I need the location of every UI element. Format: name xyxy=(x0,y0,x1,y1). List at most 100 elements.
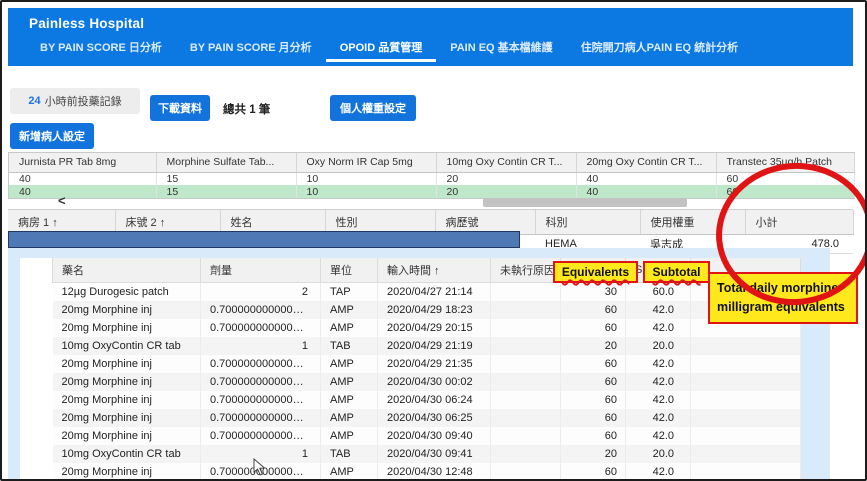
cell: AMP xyxy=(321,355,378,373)
cell: 60.0 xyxy=(626,283,691,301)
cell: 0.7000000000000001 xyxy=(201,409,321,427)
column-header[interactable]: 劑量 xyxy=(201,258,321,283)
cell: TAB xyxy=(321,337,378,355)
table-row[interactable]: 10mg OxyContin CR tab1TAB2020/04/29 21:1… xyxy=(53,337,801,355)
cell xyxy=(491,373,561,391)
cell: 40 xyxy=(9,185,156,198)
history-chip[interactable]: 24 小時前投藥記錄 xyxy=(10,88,140,114)
table-row[interactable]: 20mg Morphine inj0.7000000000000001AMP20… xyxy=(53,427,801,445)
weights-table: Jurnista PR Tab 8mgMorphine Sulfate Tab.… xyxy=(8,152,855,199)
column-header[interactable]: Jurnista PR Tab 8mg xyxy=(9,153,156,172)
tab-2[interactable]: OPOID 品質管理 xyxy=(326,39,437,62)
add-patient-button[interactable]: 新增病人設定 xyxy=(10,123,94,149)
cell: 2020/04/30 06:24 xyxy=(378,391,491,409)
cell: 0.7000000000000001 xyxy=(201,319,321,337)
column-header[interactable]: 小計 xyxy=(745,210,853,235)
cell: 60 xyxy=(561,355,626,373)
callout-line-1: Total daily morphine xyxy=(717,281,838,295)
cell: 42.0 xyxy=(626,319,691,337)
table-row[interactable]: 20mg Morphine inj0.7000000000000001AMP20… xyxy=(53,409,801,427)
column-header[interactable]: 藥名 xyxy=(53,258,201,283)
table-row[interactable]: 401510204060 xyxy=(9,185,854,198)
cell xyxy=(491,445,561,463)
selected-patient-redaction-bar[interactable] xyxy=(8,231,520,248)
cell: AMP xyxy=(321,427,378,445)
column-header[interactable]: 未執行原因 xyxy=(491,258,561,283)
cell: 20 xyxy=(436,185,576,198)
cell: 20mg Morphine inj xyxy=(53,319,201,337)
cell: 42.0 xyxy=(626,373,691,391)
table-row[interactable]: 20mg Morphine inj0.7000000000000001AMP20… xyxy=(53,355,801,373)
cell: 0.7000000000000001 xyxy=(201,301,321,319)
cell: 2020/04/29 21:19 xyxy=(378,337,491,355)
cell: 60 xyxy=(561,373,626,391)
cell: 40 xyxy=(576,172,716,185)
download-button[interactable]: 下載資料 xyxy=(150,95,210,121)
cell xyxy=(691,373,801,391)
app-header: Painless Hospital BY PAIN SCORE 日分析BY PA… xyxy=(8,8,853,66)
column-header[interactable]: 輸入時間 ↑ xyxy=(378,258,491,283)
cell: 60 xyxy=(716,172,854,185)
mme-callout-annotation: Total daily morphine milligram equivalen… xyxy=(708,272,858,324)
cell: 60 xyxy=(561,319,626,337)
horizontal-scrollbar-thumb[interactable] xyxy=(483,198,687,207)
column-header[interactable]: 科別 xyxy=(535,210,640,235)
table-row[interactable]: 10mg OxyContin CR tab1TAB2020/04/30 09:4… xyxy=(53,445,801,463)
cell: 2020/04/30 09:41 xyxy=(378,445,491,463)
table-row[interactable]: 401510204060 xyxy=(9,172,854,185)
cell: 1 xyxy=(201,337,321,355)
column-header[interactable]: Morphine Sulfate Tab... xyxy=(156,153,296,172)
cell: 60 xyxy=(561,301,626,319)
total-count-label: 總共 1 筆 xyxy=(223,101,270,117)
cell xyxy=(491,337,561,355)
tab-0[interactable]: BY PAIN SCORE 日分析 xyxy=(26,39,176,62)
cell: 2020/04/30 00:02 xyxy=(378,373,491,391)
column-header[interactable]: 單位 xyxy=(321,258,378,283)
cell: AMP xyxy=(321,319,378,337)
tab-3[interactable]: PAIN EQ 基本檔維護 xyxy=(436,39,566,62)
cell: 20 xyxy=(561,445,626,463)
column-header[interactable]: Transtec 35µg/h Patch xyxy=(716,153,854,172)
cell: 60 xyxy=(561,427,626,445)
cell: 20.0 xyxy=(626,337,691,355)
cell: 15 xyxy=(156,172,296,185)
cell: AMP xyxy=(321,373,378,391)
column-header[interactable]: 10mg Oxy Contin CR T... xyxy=(436,153,576,172)
column-header[interactable]: 使用權重 xyxy=(640,210,745,235)
cell: 0.7000000000000001 xyxy=(201,427,321,445)
cell: 20.0 xyxy=(626,445,691,463)
cell xyxy=(491,319,561,337)
table-row[interactable]: 20mg Morphine inj0.7000000000000001AMP20… xyxy=(53,301,801,319)
table-row[interactable]: 20mg Morphine inj0.7000000000000001AMP20… xyxy=(53,319,801,337)
table-row[interactable]: 20mg Morphine inj0.7000000000000001AMP20… xyxy=(53,391,801,409)
history-chip-label: 小時前投藥記錄 xyxy=(45,93,122,109)
cell: 10mg OxyContin CR tab xyxy=(53,337,201,355)
cell xyxy=(691,463,801,481)
cell: 2 xyxy=(201,283,321,301)
personal-weight-button[interactable]: 個人權重設定 xyxy=(330,95,416,121)
cell: 30 xyxy=(561,283,626,301)
table-row[interactable]: 12µg Durogesic patch2TAP2020/04/27 21:14… xyxy=(53,283,801,301)
column-header[interactable]: Oxy Norm IR Cap 5mg xyxy=(296,153,436,172)
cell xyxy=(491,409,561,427)
cell: 42.0 xyxy=(626,391,691,409)
cell xyxy=(691,355,801,373)
cell: 2020/04/27 21:14 xyxy=(378,283,491,301)
cell: 15 xyxy=(156,185,296,198)
column-header[interactable]: 20mg Oxy Contin CR T... xyxy=(576,153,716,172)
callout-line-2: milligram equivalents xyxy=(717,300,845,314)
tab-1[interactable]: BY PAIN SCORE 月分析 xyxy=(176,39,326,62)
cell: AMP xyxy=(321,409,378,427)
cell: 10 xyxy=(296,172,436,185)
scroll-left-arrow-icon[interactable]: < xyxy=(58,195,66,207)
table-row[interactable]: 20mg Morphine inj0.7000000000000001AMP20… xyxy=(53,373,801,391)
tab-4[interactable]: 住院開刀病人PAIN EQ 統計分析 xyxy=(567,39,752,62)
equivalents-annotation-label: Equivalents xyxy=(553,261,638,283)
cell xyxy=(491,427,561,445)
table-row[interactable]: 20mg Morphine inj0.7000000000000001AMP20… xyxy=(53,463,801,481)
cell: 20 xyxy=(436,172,576,185)
cell: 20mg Morphine inj xyxy=(53,427,201,445)
cell: 42.0 xyxy=(626,301,691,319)
cell: 2020/04/29 21:35 xyxy=(378,355,491,373)
cell: 42.0 xyxy=(626,463,691,481)
